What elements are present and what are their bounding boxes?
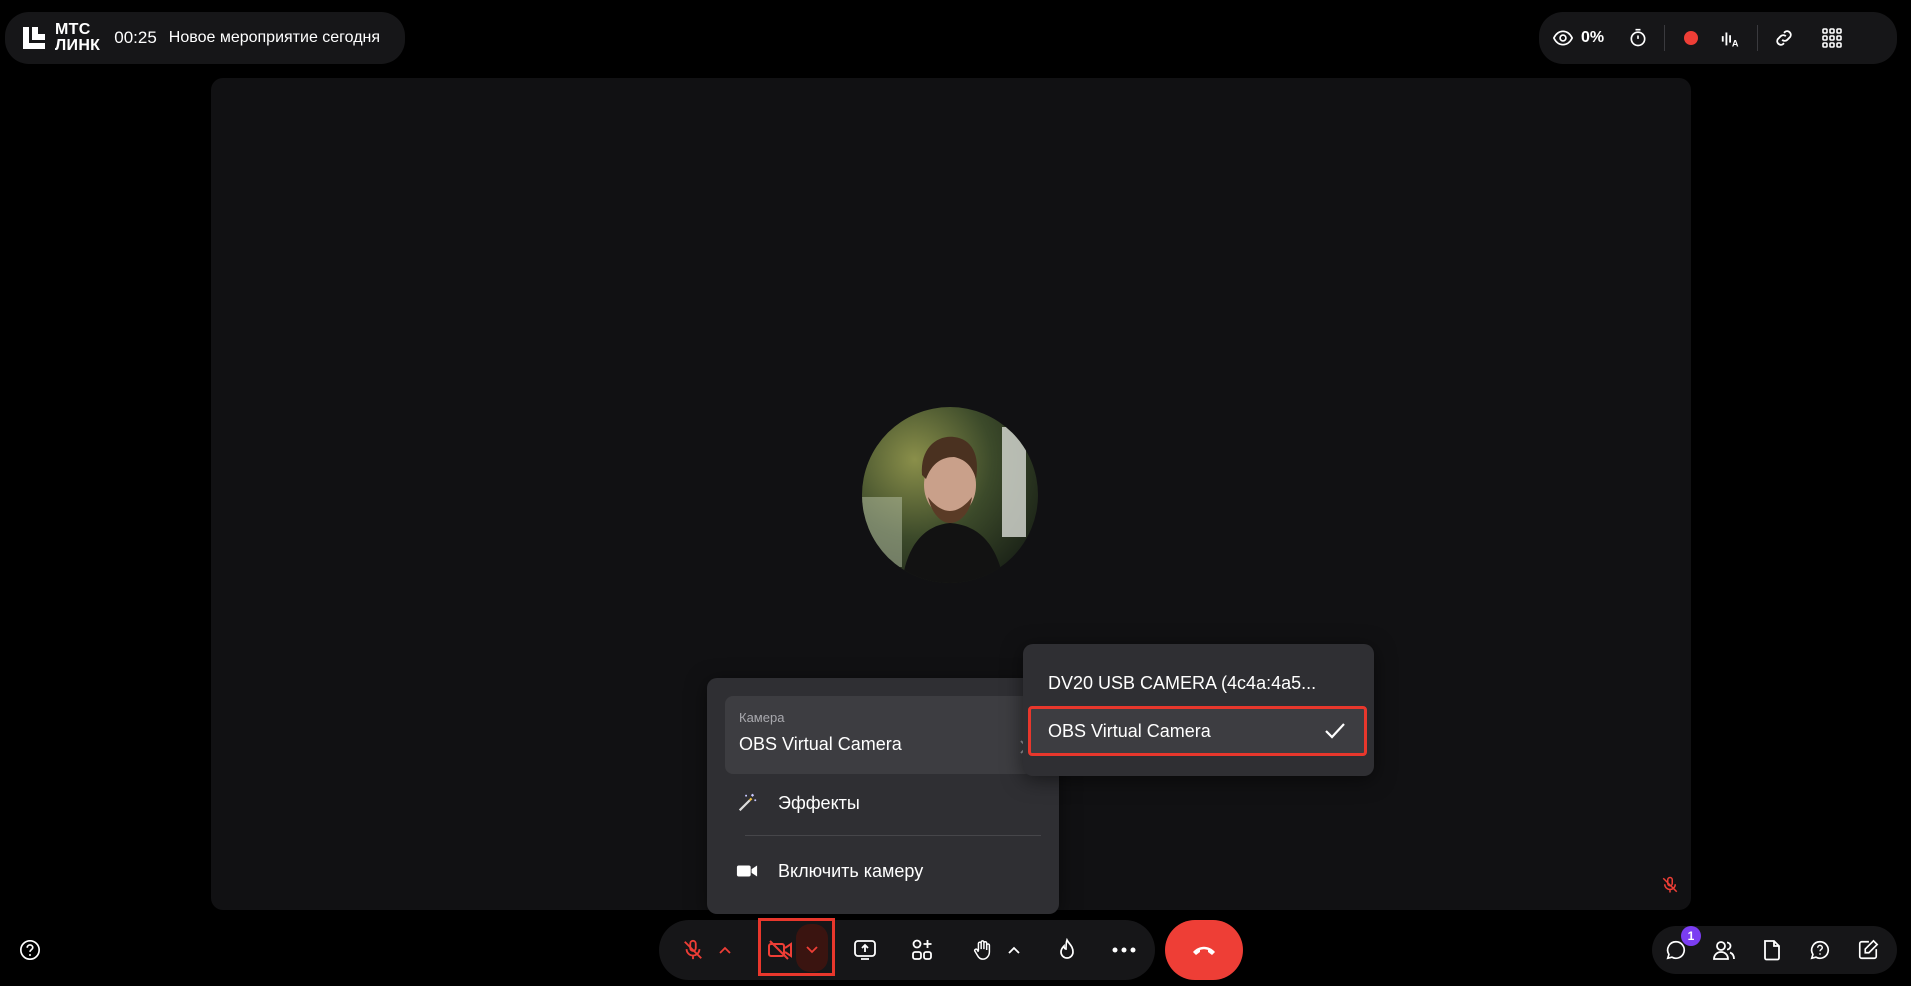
eye-icon	[1553, 30, 1573, 46]
event-title: Новое мероприятие сегодня	[168, 29, 381, 46]
logo-text-line2: ЛИНК	[55, 37, 101, 54]
camera-option-dv20[interactable]: DV20 USB CAMERA (4c4a:4a5...	[1028, 658, 1367, 708]
logo-text-line1: МТС	[55, 21, 91, 38]
effects-menu-item[interactable]: Эффекты	[725, 778, 1041, 828]
more-options-button[interactable]	[1104, 926, 1144, 974]
camera-option-label: DV20 USB CAMERA (4c4a:4a5...	[1048, 672, 1317, 693]
chevron-up-icon	[1008, 946, 1020, 954]
question-bubble-icon	[1810, 940, 1830, 960]
menu-divider	[745, 835, 1041, 836]
viewers-indicator[interactable]: 0%	[1553, 18, 1604, 58]
participants-icon	[1713, 941, 1735, 960]
event-timer: 00:25	[114, 28, 157, 47]
svg-text:A: A	[1732, 38, 1739, 48]
question-circle-icon	[20, 940, 40, 960]
hang-up-icon	[1193, 946, 1215, 955]
camera-option-obs[interactable]: OBS Virtual Camera	[1028, 706, 1367, 756]
notes-button[interactable]	[1844, 926, 1892, 974]
top-toolbar: 0% A	[1539, 12, 1897, 64]
end-call-button[interactable]	[1165, 920, 1243, 980]
participant-mic-off-indicator	[1661, 876, 1679, 894]
link-icon	[1776, 30, 1792, 46]
selected-camera-label: OBS Virtual Camera	[739, 734, 902, 754]
camera-options-button[interactable]	[800, 926, 824, 974]
enable-camera-menu-item[interactable]: Включить камеру	[725, 846, 1041, 896]
record-button[interactable]	[1671, 18, 1711, 58]
camera-device-selector[interactable]: Камера OBS Virtual Camera	[725, 696, 1033, 774]
document-icon	[1764, 940, 1780, 961]
mic-off-icon	[1662, 876, 1678, 893]
mts-link-logo-icon	[23, 27, 45, 49]
camera-menu: Камера OBS Virtual Camera Эффекты Включи…	[707, 678, 1059, 914]
add-app-icon	[912, 939, 932, 960]
avatar-photo	[862, 407, 1038, 583]
chevron-down-icon	[806, 946, 818, 954]
enable-camera-label: Включить камеру	[778, 860, 924, 881]
apps-grid-button[interactable]	[1812, 18, 1852, 58]
video-camera-icon	[735, 863, 759, 879]
help-button[interactable]	[10, 926, 50, 974]
mic-off-icon	[684, 939, 702, 960]
hand-icon	[974, 940, 991, 960]
magic-wand-icon	[735, 792, 759, 814]
chevron-up-icon	[719, 946, 731, 954]
toolbar-divider	[1757, 25, 1759, 51]
stopwatch-icon	[1630, 28, 1646, 47]
mic-toggle-button[interactable]	[673, 926, 713, 974]
audio-transcript-icon: A	[1721, 32, 1739, 48]
camera-option-label: OBS Virtual Camera	[1048, 720, 1211, 741]
record-dot-icon	[1684, 31, 1699, 45]
checkmark-icon	[1325, 723, 1345, 739]
toolbar-divider	[1664, 25, 1666, 51]
event-header: МТС ЛИНК 00:25 Новое мероприятие сегодня	[5, 12, 405, 64]
camera-caption: Камера	[739, 710, 785, 725]
camera-device-submenu: DV20 USB CAMERA (4c4a:4a5... OBS Virtual…	[1023, 644, 1374, 776]
reactions-options-button[interactable]	[1002, 926, 1026, 974]
fire-icon	[1060, 938, 1074, 959]
apps-button[interactable]	[902, 926, 942, 974]
camera-off-icon	[768, 940, 792, 960]
questions-button[interactable]	[1796, 926, 1844, 974]
mts-link-logo: МТС ЛИНК	[21, 22, 100, 54]
participant-avatar	[862, 407, 1038, 583]
camera-toggle-button[interactable]	[765, 926, 795, 974]
screen-share-icon	[854, 940, 876, 960]
timer-button[interactable]	[1618, 18, 1658, 58]
viewers-percent: 0%	[1581, 29, 1605, 46]
copy-link-button[interactable]	[1764, 18, 1804, 58]
files-button[interactable]	[1748, 926, 1796, 974]
side-panels-bar: 1	[1652, 926, 1897, 974]
mic-options-button[interactable]	[713, 926, 737, 974]
grid-icon	[1822, 28, 1842, 48]
more-dots-icon	[1112, 947, 1136, 953]
note-edit-icon	[1858, 939, 1879, 960]
chat-unread-badge: 1	[1681, 926, 1701, 946]
chat-button[interactable]: 1	[1652, 926, 1701, 974]
effects-label: Эффекты	[778, 792, 860, 813]
transcription-button[interactable]: A	[1711, 18, 1751, 58]
share-screen-button[interactable]	[845, 926, 885, 974]
fire-reaction-button[interactable]	[1050, 926, 1084, 974]
participants-button[interactable]	[1700, 926, 1748, 974]
raise-hand-button[interactable]	[966, 926, 1000, 974]
